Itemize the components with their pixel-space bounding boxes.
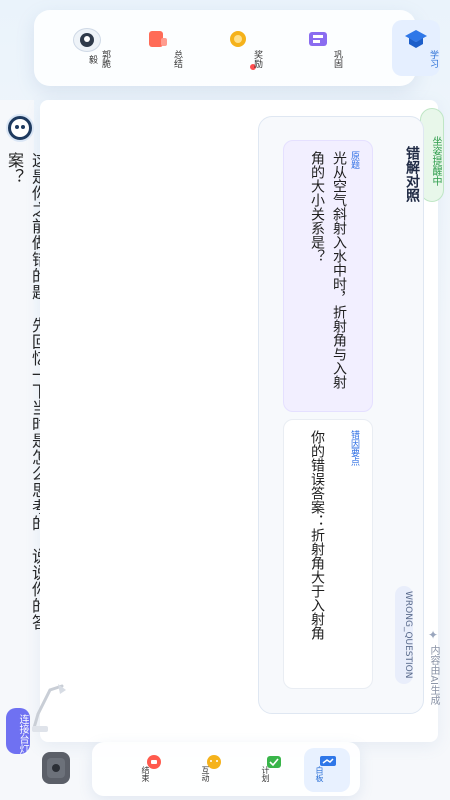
- type-badge-text: WRONG_QUESTION: [403, 591, 413, 679]
- nav-label-profile: 郭脆毅: [87, 50, 110, 68]
- nav-item-study[interactable]: 学习: [392, 20, 440, 76]
- card-title: 错解对照: [404, 146, 420, 202]
- toolbar-item-end[interactable]: 结束: [130, 748, 176, 792]
- original-question-text: 光从空气斜射入水中时，折射角与入射角的大小关系是？: [309, 151, 347, 389]
- assistant-avatar: [6, 114, 34, 142]
- top-nav: 学习 巩固 奖励 总结 郭脆毅: [34, 10, 440, 86]
- error-points-label: 错因要点: [349, 430, 359, 466]
- nav-label-reward: 奖励: [252, 50, 262, 68]
- whiteboard-label: 白板: [315, 766, 324, 782]
- toolbar-item-whiteboard[interactable]: 白板: [304, 748, 350, 792]
- sparkle-icon: ✦: [426, 628, 440, 642]
- bottom-toolbar: 白板 计划 互动 结束: [92, 742, 360, 796]
- nav-label-summary: 总结: [172, 50, 182, 68]
- nav-item-summary[interactable]: 总结: [132, 20, 184, 76]
- plan-label: 计划: [261, 766, 270, 782]
- type-badge: WRONG_QUESTION: [395, 586, 413, 684]
- ai-note-text: 内容由AI生成: [428, 645, 439, 705]
- nav-item-consolidate[interactable]: 巩固: [292, 20, 344, 76]
- toolbar-item-plan[interactable]: 计划: [250, 748, 296, 792]
- error-points-text: 你的错误答案：折射角大于入射角: [309, 430, 325, 640]
- nav-item-reward[interactable]: 奖励: [212, 20, 264, 76]
- toolbar-item-interact[interactable]: 互动: [190, 748, 236, 792]
- study-book-icon: [403, 28, 429, 50]
- reward-medal-icon: [225, 28, 251, 50]
- connect-lamp-label: 连接台灯: [17, 714, 28, 754]
- status-badge-text: 坐姿提醒中: [430, 136, 441, 186]
- error-points-section: 错因要点 你的错误答案：折射角大于入射角: [283, 419, 373, 689]
- consolidate-icon: [305, 28, 331, 50]
- nav-label-study: 学习: [428, 50, 438, 68]
- nav-label-consolidate: 巩固: [332, 50, 342, 68]
- connect-lamp-button[interactable]: 连接台灯: [6, 708, 30, 754]
- nav-item-profile[interactable]: 郭脆毅: [60, 20, 112, 76]
- end-label: 结束: [141, 766, 150, 782]
- original-question-section: 原题 光从空气斜射入水中时，折射角与入射角的大小关系是？: [283, 140, 373, 412]
- ai-generated-note: ✦ 内容由AI生成: [426, 628, 441, 705]
- desk-lamp-image: [28, 680, 68, 736]
- camera-icon[interactable]: [42, 752, 70, 784]
- interact-label: 互动: [201, 766, 210, 782]
- summary-icon: [145, 28, 171, 50]
